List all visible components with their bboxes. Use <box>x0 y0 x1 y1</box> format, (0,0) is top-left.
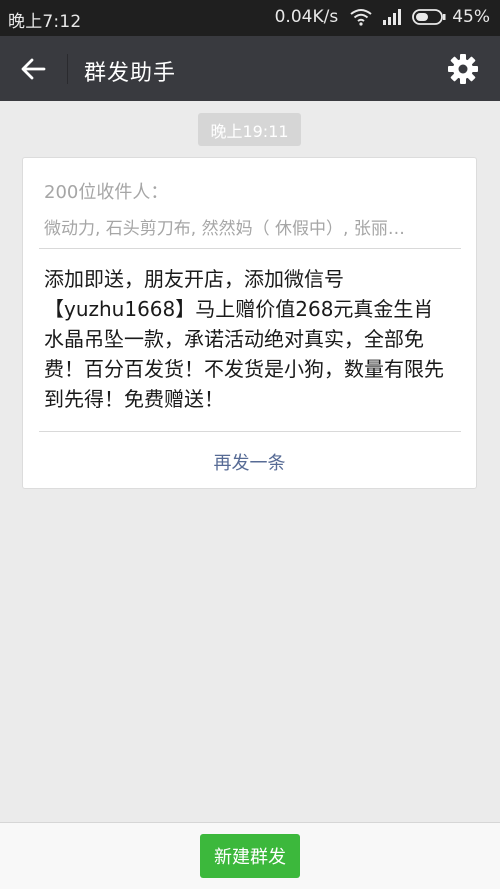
network-speed: 0.04K/s <box>274 7 339 27</box>
status-bar: 晚上7:12 0.04K/s 45% <box>0 0 500 36</box>
back-button[interactable] <box>14 50 52 88</box>
card-divider <box>39 431 461 432</box>
status-indicators: 0.04K/s 45% <box>275 7 490 27</box>
status-time: 晚上7:12 <box>8 12 82 32</box>
settings-button[interactable] <box>446 52 480 86</box>
bottom-bar: 新建群发 <box>0 822 500 889</box>
signal-icon <box>383 9 402 25</box>
broadcast-message: 添加即送，朋友开店，添加微信号【yuzhu1668】马上赠价值268元真金生肖水… <box>44 267 444 411</box>
battery-icon <box>412 9 446 25</box>
message-timestamp: 晚上19:11 <box>198 113 301 146</box>
card-divider <box>39 248 461 249</box>
back-arrow-icon <box>21 58 46 80</box>
app-bar: 群发助手 <box>0 36 500 101</box>
app-bar-divider <box>67 54 68 84</box>
page-title: 群发助手 <box>84 61 177 86</box>
gear-icon <box>448 54 478 84</box>
resend-button[interactable]: 再发一条 <box>23 449 476 475</box>
recipient-count: 200位收件人： <box>44 182 169 203</box>
broadcast-card: 200位收件人： 微动力, 石头剪刀布, 然然妈（ 休假中）, 张丽… 添加即送… <box>22 157 477 489</box>
recipient-list[interactable]: 微动力, 石头剪刀布, 然然妈（ 休假中）, 张丽… <box>44 214 456 239</box>
new-broadcast-button[interactable]: 新建群发 <box>200 834 300 878</box>
battery-percent: 45% <box>452 7 490 27</box>
wifi-icon <box>350 9 372 26</box>
